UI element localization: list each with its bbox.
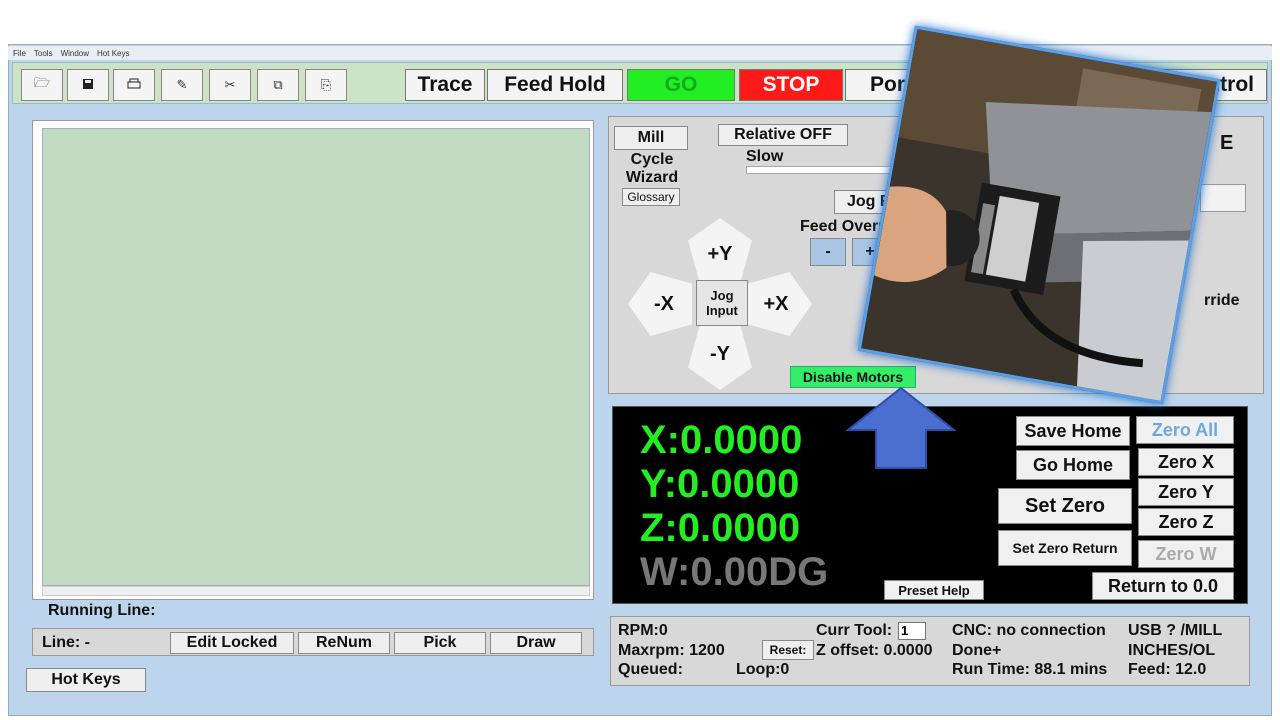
rpm-status: RPM:0 (618, 622, 668, 639)
set-zero-return-button[interactable]: Set Zero Return (998, 530, 1132, 566)
menu-window[interactable]: Window (61, 49, 89, 58)
return-to-zero-button[interactable]: Return to 0.0 (1092, 572, 1234, 600)
jog-plus-y-label: +Y (707, 242, 733, 265)
copy-icon: ⧉ (273, 77, 283, 92)
jog-speed-slider[interactable] (746, 166, 906, 174)
running-line-label: Running Line: (48, 602, 156, 619)
eraser-icon: ✎ (176, 77, 188, 92)
glossary-button[interactable]: Glossary (622, 188, 680, 206)
eraser-button[interactable]: ✎ (161, 69, 203, 101)
stop-button[interactable]: STOP (739, 69, 843, 101)
horizontal-scrollbar[interactable] (42, 586, 590, 596)
menu-tools[interactable]: Tools (34, 49, 53, 58)
reset-button[interactable]: Reset: (762, 640, 814, 660)
up-arrow-annotation (845, 386, 957, 470)
loop-status: Loop:0 (736, 661, 790, 678)
feed-hold-button[interactable]: Feed Hold (487, 69, 623, 101)
dro-y-readout: Y:0.0000 (640, 462, 800, 506)
partial-label-override: rride (1204, 292, 1240, 309)
jog-minus-x-label: -X (654, 292, 674, 315)
queued-status: Queued: (618, 661, 683, 678)
pick-button[interactable]: Pick (394, 632, 486, 654)
stepper-motor-illustration (860, 29, 1221, 405)
stepper-motor-photo (857, 25, 1221, 405)
preset-help-button[interactable]: Preset Help (884, 580, 984, 600)
zero-y-button[interactable]: Zero Y (1138, 478, 1234, 506)
z-offset-status: Z offset: 0.0000 (816, 642, 933, 659)
usb-status: USB ? /MILL (1128, 622, 1223, 639)
cnc-connection-status: CNC: no connection (952, 622, 1106, 639)
dro-z-readout: Z:0.0000 (640, 506, 801, 550)
zero-z-button[interactable]: Zero Z (1138, 508, 1234, 536)
feed-status: Feed: 12.0 (1128, 661, 1207, 678)
draw-button[interactable]: Draw (490, 632, 582, 654)
go-home-button[interactable]: Go Home (1016, 450, 1130, 480)
mill-button[interactable]: Mill (614, 126, 688, 150)
copy-button[interactable]: ⧉ (257, 69, 299, 101)
gcode-editor[interactable] (42, 128, 590, 586)
print-icon (127, 78, 141, 93)
slow-label: Slow (746, 148, 784, 165)
trace-button[interactable]: Trace (405, 69, 485, 101)
print-button[interactable] (113, 69, 155, 101)
cut-icon: ✂ (224, 77, 236, 92)
paste-icon: ⎘ (320, 77, 332, 92)
menu-file[interactable]: File (13, 49, 26, 58)
curr-tool-input[interactable]: 1 (898, 622, 926, 640)
edit-locked-button[interactable]: Edit Locked (170, 632, 294, 654)
dro-w-readout: W:0.00DG (640, 550, 829, 594)
cut-button[interactable]: ✂ (209, 69, 251, 101)
jog-minus-y-label: -Y (710, 342, 730, 365)
feed-override-minus-button[interactable]: - (810, 238, 846, 266)
jog-input-button[interactable]: Jog Input (696, 280, 748, 326)
disable-motors-button[interactable]: Disable Motors (790, 366, 916, 388)
save-icon (82, 78, 94, 93)
zero-all-button[interactable]: Zero All (1136, 416, 1234, 444)
zero-w-button[interactable]: Zero W (1138, 540, 1234, 568)
relative-off-button[interactable]: Relative OFF (718, 124, 848, 146)
dro-x-readout: X:0.0000 (640, 418, 803, 462)
cycle-wizard-label[interactable]: Cycle Wizard (616, 151, 688, 187)
save-home-button[interactable]: Save Home (1016, 416, 1130, 446)
maxrpm-status: Maxrpm: 1200 (618, 642, 725, 659)
renum-button[interactable]: ReNum (298, 632, 390, 654)
save-button[interactable] (67, 69, 109, 101)
partial-field[interactable] (1200, 184, 1246, 212)
done-status: Done+ (952, 642, 1002, 659)
open-folder-icon: 🗁 (33, 75, 51, 90)
hot-keys-button[interactable]: Hot Keys (26, 668, 146, 692)
open-button[interactable]: 🗁 (21, 69, 63, 101)
go-button[interactable]: GO (627, 69, 735, 101)
curr-tool-label: Curr Tool: (816, 622, 893, 639)
menu-hot-keys[interactable]: Hot Keys (97, 49, 129, 58)
set-zero-button[interactable]: Set Zero (998, 488, 1132, 524)
run-time-status: Run Time: 88.1 mins (952, 661, 1108, 678)
line-label: Line: - (42, 634, 90, 651)
partial-label-e: E (1220, 132, 1234, 154)
zero-x-button[interactable]: Zero X (1138, 448, 1234, 476)
jog-plus-x-label: +X (763, 292, 789, 315)
units-status: INCHES/OL (1128, 642, 1216, 659)
paste-button[interactable]: ⎘ (305, 69, 347, 101)
